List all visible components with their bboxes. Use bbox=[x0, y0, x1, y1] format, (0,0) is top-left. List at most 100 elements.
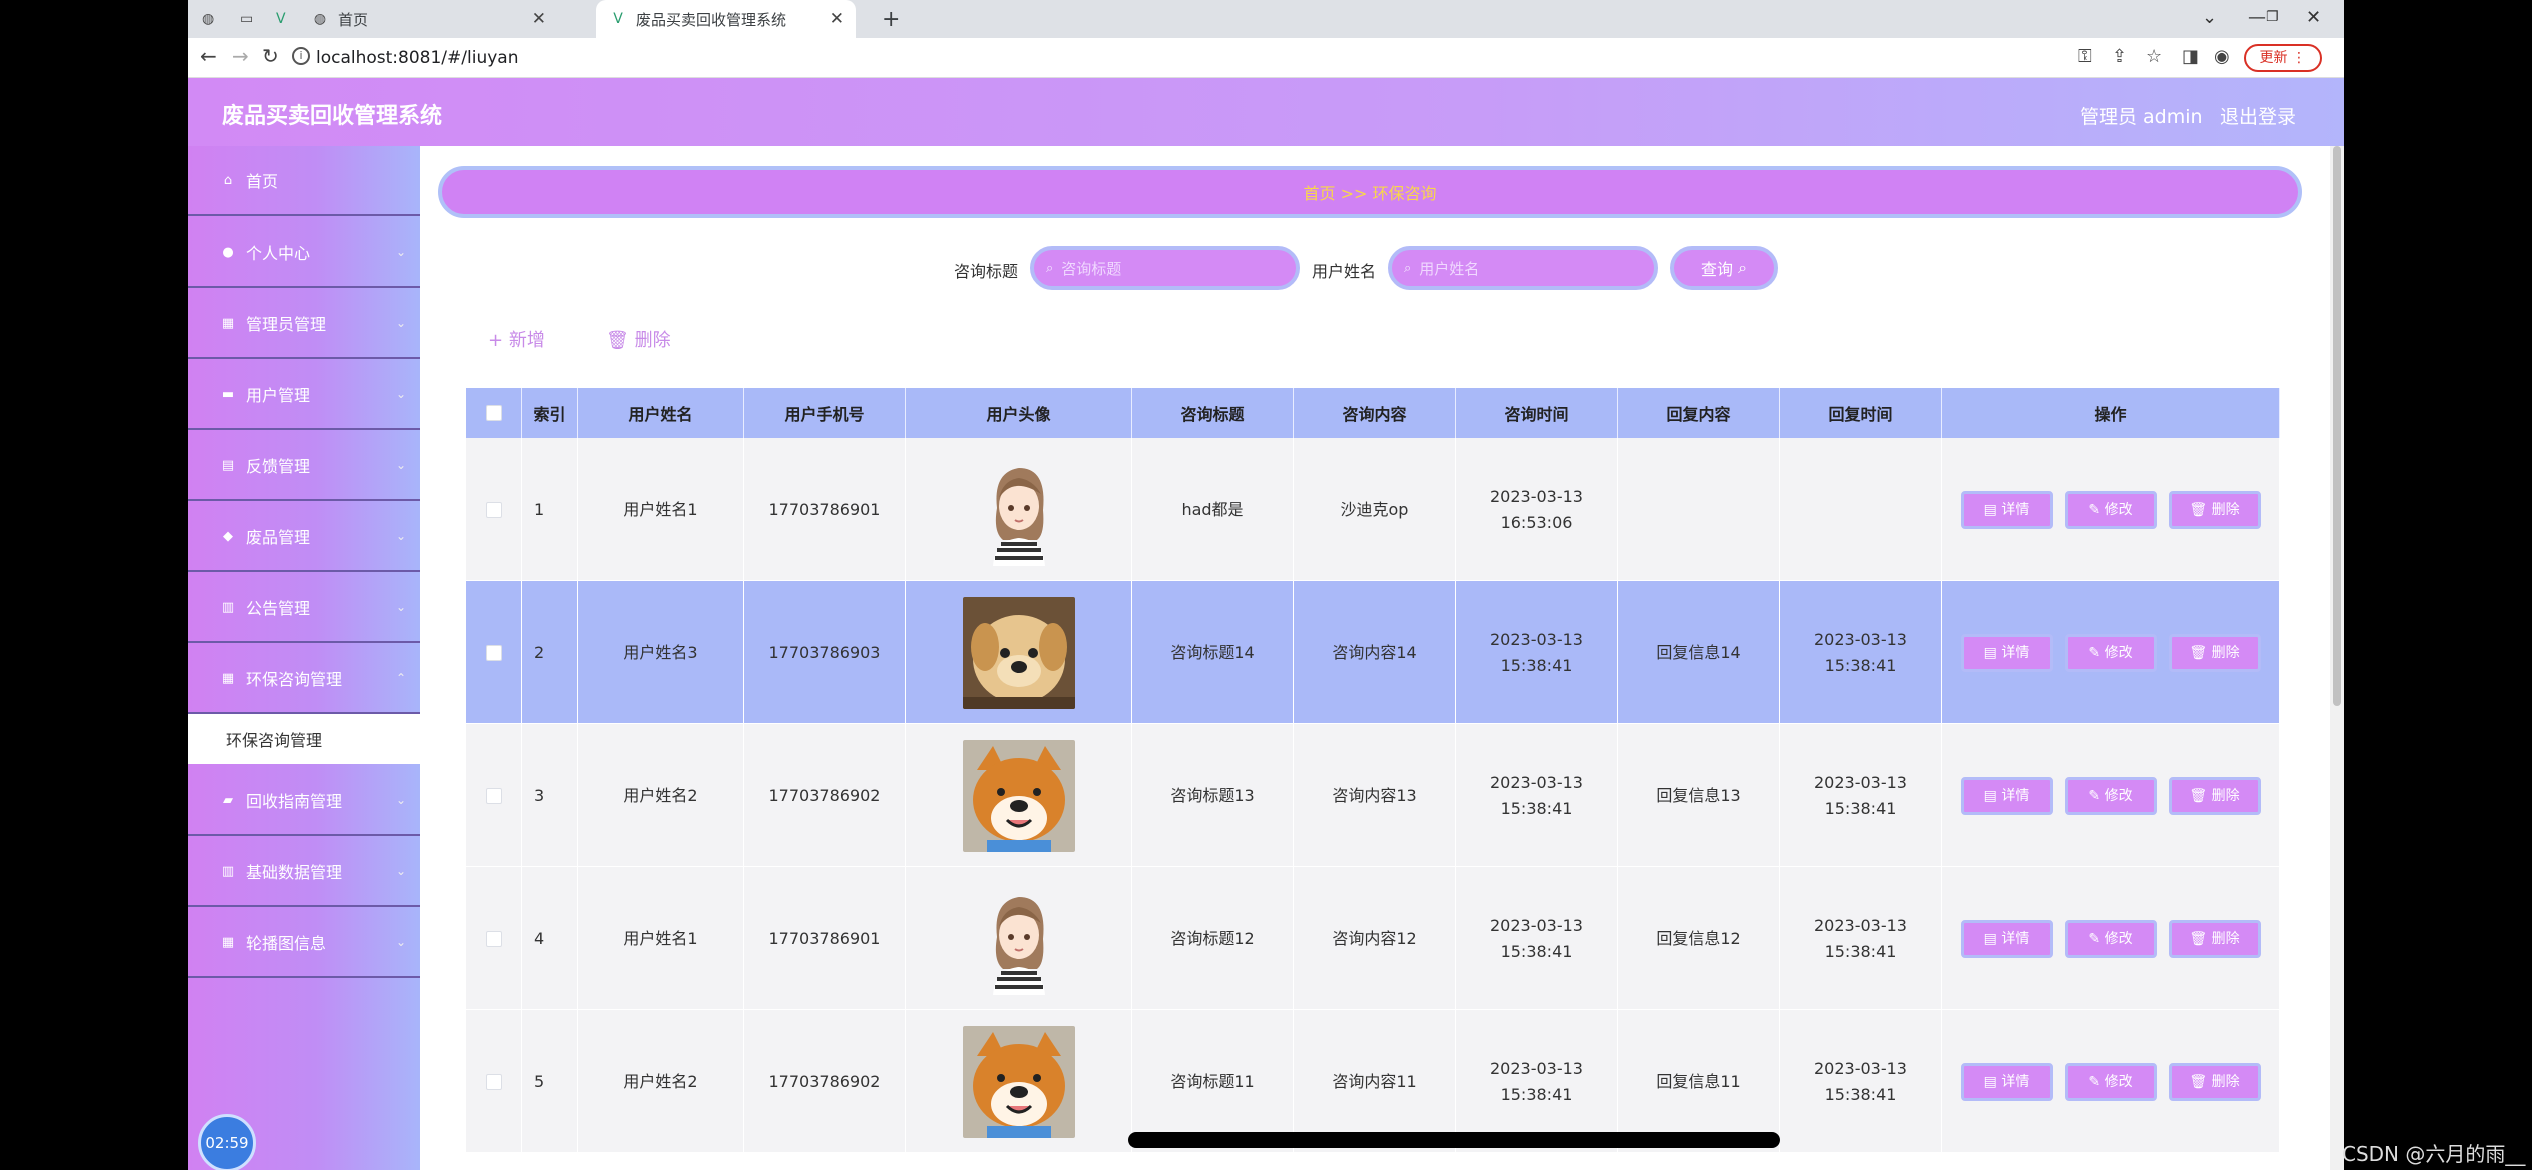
delete-button[interactable]: 🗑 删除 bbox=[2168, 490, 2261, 529]
name-search-input[interactable]: ⌕ 用户姓名 bbox=[1388, 246, 1658, 290]
star-icon[interactable]: ☆ bbox=[2146, 46, 2162, 67]
delete-label: 删除 bbox=[2211, 787, 2240, 804]
select-all-cell[interactable] bbox=[466, 388, 522, 438]
close-icon[interactable]: ✕ bbox=[830, 9, 844, 29]
trash-icon: 🗑 bbox=[2189, 1073, 2208, 1090]
cell-index: 1 bbox=[522, 438, 578, 581]
cell-index: 5 bbox=[522, 1010, 578, 1153]
chevron-down-icon: ⌄ bbox=[395, 458, 406, 472]
delete-button[interactable]: 🗑 删除 bbox=[2168, 776, 2261, 815]
key-icon[interactable]: ⚿ bbox=[2078, 46, 2092, 67]
tab-1[interactable]: ◍ bbox=[188, 0, 214, 38]
tab-active[interactable]: V 废品买卖回收管理系统 ✕ bbox=[596, 0, 856, 38]
back-icon[interactable]: ← bbox=[200, 44, 217, 68]
row-checkbox[interactable] bbox=[485, 644, 502, 661]
restore-icon[interactable]: ❐ bbox=[2266, 0, 2279, 34]
batch-delete-button[interactable]: 🗑 删除 bbox=[606, 326, 671, 352]
table-row[interactable]: 3 用户姓名2 17703786902 咨询标题13 咨询内容13 2023-03-13 … bbox=[466, 724, 2280, 867]
profile-icon[interactable]: ◉ bbox=[2214, 46, 2230, 67]
info-icon[interactable]: i bbox=[292, 47, 310, 65]
row-select-cell[interactable] bbox=[466, 724, 522, 867]
url-field[interactable]: localhost:8081/#/liuyan bbox=[316, 48, 518, 68]
admin-label: 管理员 admin bbox=[2080, 106, 2203, 128]
row-select-cell[interactable] bbox=[466, 867, 522, 1010]
reload-icon[interactable]: ↻ bbox=[262, 44, 279, 68]
sidebar-item-personal[interactable]: ● 个人中心 ⌄ bbox=[188, 218, 420, 288]
table-row[interactable]: 2 用户姓名3 17703786903 咨询标题14 咨询内容14 2023-03-13 … bbox=[466, 581, 2280, 724]
sidebar-item-basedata[interactable]: ▥ 基础数据管理 ⌄ bbox=[188, 837, 420, 907]
home-icon: ⌂ bbox=[223, 172, 233, 188]
sidebar-item-users[interactable]: ▬ 用户管理 ⌄ bbox=[188, 360, 420, 430]
cell-index: 2 bbox=[522, 581, 578, 724]
system-title: 废品买卖回收管理系统 bbox=[222, 104, 443, 129]
logout-link[interactable]: 退出登录 bbox=[2220, 102, 2296, 129]
close-icon[interactable]: ✕ bbox=[532, 9, 546, 29]
sidebar-item-admin[interactable]: ▦ 管理员管理 ⌄ bbox=[188, 289, 420, 359]
row-checkbox[interactable] bbox=[485, 930, 502, 947]
row-checkbox[interactable] bbox=[485, 1073, 502, 1090]
row-checkbox[interactable] bbox=[485, 787, 502, 804]
cell-phone: 17703786902 bbox=[744, 724, 906, 867]
sidebar-item-waste[interactable]: ◆ 废品管理 ⌄ bbox=[188, 502, 420, 572]
sidebar-item-notice[interactable]: ▥ 公告管理 ⌄ bbox=[188, 573, 420, 643]
sidebar-item-consult[interactable]: ▦ 环保咨询管理 ⌃ bbox=[188, 644, 420, 714]
breadcrumb: 首页 >> 环保咨询 bbox=[438, 166, 2302, 218]
share-icon[interactable]: ⇪ bbox=[2112, 46, 2127, 67]
sidebar-item-carousel[interactable]: ▦ 轮播图信息 ⌄ bbox=[188, 908, 420, 978]
sidepanel-icon[interactable]: ◨ bbox=[2182, 46, 2199, 67]
detail-button[interactable]: ▤ 详情 bbox=[1960, 776, 2053, 815]
delete-button[interactable]: 🗑 删除 bbox=[2168, 633, 2261, 672]
detail-button[interactable]: ▤ 详情 bbox=[1960, 490, 2053, 529]
update-label: 更新 bbox=[2259, 50, 2288, 66]
delete-button[interactable]: 🗑 删除 bbox=[2168, 919, 2261, 958]
tab-home[interactable]: ◍ 首页 ✕ bbox=[298, 0, 558, 38]
grid-icon: ▦ bbox=[221, 315, 235, 331]
edit-button[interactable]: ✎ 修改 bbox=[2064, 490, 2157, 529]
page-scrollbar[interactable] bbox=[2330, 146, 2344, 1170]
cell-time: 2023-03-13 16:53:06 bbox=[1456, 438, 1618, 581]
add-button[interactable]: + 新增 bbox=[488, 326, 545, 352]
edit-button[interactable]: ✎ 修改 bbox=[2064, 919, 2157, 958]
cell-name: 用户姓名1 bbox=[578, 438, 744, 581]
sidebar-subitem-consult[interactable]: 环保咨询管理 bbox=[188, 714, 420, 764]
tab-2[interactable]: ▭ bbox=[226, 0, 253, 38]
sidebar-item-home[interactable]: ⌂ 首页 bbox=[188, 146, 420, 216]
new-tab-button[interactable]: + bbox=[868, 0, 904, 38]
forward-icon[interactable]: → bbox=[232, 44, 249, 68]
table-row[interactable]: 1 用户姓名1 17703786901 had都是 沙迪克op 2023-03-13 16… bbox=[466, 438, 2280, 581]
detail-button[interactable]: ▤ 详情 bbox=[1960, 919, 2053, 958]
sidebar-item-feedback[interactable]: ▤ 反馈管理 ⌄ bbox=[188, 431, 420, 501]
scrollbar-thumb[interactable] bbox=[2333, 146, 2341, 706]
cell-reply-time: 2023-03-13 15:38:41 bbox=[1780, 724, 1942, 867]
row-select-cell[interactable] bbox=[466, 1010, 522, 1153]
row-select-cell[interactable] bbox=[466, 438, 522, 581]
update-button[interactable]: 更新 ⋮ bbox=[2243, 44, 2322, 72]
user-icon: ● bbox=[222, 244, 234, 260]
tab-3[interactable]: V bbox=[262, 0, 288, 38]
row-select-cell[interactable] bbox=[466, 581, 522, 724]
cell-title: 咨询标题13 bbox=[1132, 724, 1294, 867]
tab-list-icon[interactable]: ⌄ bbox=[2202, 0, 2217, 34]
col-ops: 操作 bbox=[1942, 388, 2280, 438]
minimize-icon[interactable]: — bbox=[2248, 0, 2266, 34]
edit-label: 修改 bbox=[2104, 787, 2133, 804]
delete-button[interactable]: 🗑 删除 bbox=[2168, 1062, 2261, 1101]
close-window-icon[interactable]: ✕ bbox=[2306, 0, 2321, 34]
col-index: 索引 bbox=[522, 388, 578, 438]
edit-button[interactable]: ✎ 修改 bbox=[2064, 1062, 2157, 1101]
detail-button[interactable]: ▤ 详情 bbox=[1960, 1062, 2053, 1101]
sidebar-item-label: 反馈管理 bbox=[246, 457, 311, 476]
detail-button[interactable]: ▤ 详情 bbox=[1960, 633, 2053, 672]
globe-icon: ◍ bbox=[313, 11, 327, 27]
query-button[interactable]: 查询 ⌕ bbox=[1670, 246, 1778, 290]
cell-ops: ▤ 详情 ✎ 修改 🗑 删除 bbox=[1942, 1010, 2280, 1153]
table-row[interactable]: 4 用户姓名1 17703786901 咨询标题12 咨询内容12 2023-03-13 … bbox=[466, 867, 2280, 1010]
sidebar-item-guide[interactable]: ▰ 回收指南管理 ⌄ bbox=[188, 766, 420, 836]
edit-button[interactable]: ✎ 修改 bbox=[2064, 633, 2157, 672]
edit-button[interactable]: ✎ 修改 bbox=[2064, 776, 2157, 815]
watermark: CSDN @六月的雨__ bbox=[2342, 1142, 2526, 1166]
select-all-checkbox[interactable] bbox=[485, 405, 502, 421]
cell-content: 咨询内容12 bbox=[1294, 867, 1456, 1010]
title-search-input[interactable]: ⌕ 咨询标题 bbox=[1030, 246, 1300, 290]
row-checkbox[interactable] bbox=[485, 501, 502, 518]
